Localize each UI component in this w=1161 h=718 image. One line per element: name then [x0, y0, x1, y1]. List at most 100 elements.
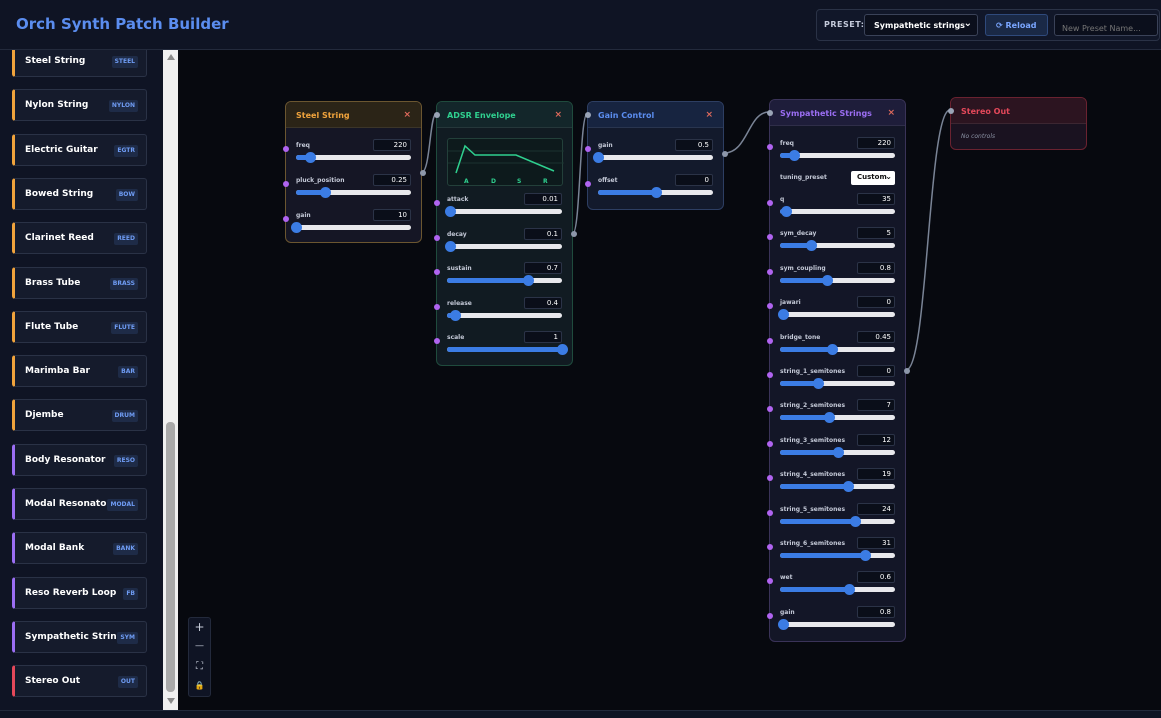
slider-thumb[interactable] [780, 206, 792, 217]
slider-thumb[interactable] [812, 378, 824, 389]
param-input-port[interactable] [434, 338, 440, 344]
param-value-input[interactable]: 0.4 [524, 296, 562, 309]
param-slider[interactable] [447, 275, 562, 286]
preset-select[interactable]: Sympathetic strings ⌄ [864, 14, 978, 36]
param-value-input[interactable]: 0.6 [857, 571, 895, 584]
sidebar-item-bar[interactable]: Marimba Bar BAR [12, 355, 147, 388]
param-value-input[interactable]: 24 [857, 502, 895, 515]
param-slider[interactable] [780, 274, 895, 286]
sidebar-item-egtr[interactable]: Electric Guitar EGTR [12, 133, 147, 166]
param-slider[interactable] [780, 378, 895, 389]
gain-control-node-header[interactable]: Gain Control × [588, 102, 723, 128]
stereo-out-node-header[interactable]: Stereo Out [951, 98, 1086, 124]
param-slider[interactable] [598, 187, 713, 198]
param-slider[interactable] [447, 344, 568, 355]
param-input-port[interactable] [767, 200, 773, 206]
scroll-down-arrow-icon[interactable] [167, 698, 175, 704]
param-value-input[interactable]: 0.45 [857, 330, 895, 343]
close-icon[interactable]: × [705, 110, 713, 120]
param-value-input[interactable]: 31 [857, 537, 895, 549]
slider-thumb[interactable] [593, 152, 604, 163]
param-value-input[interactable]: 19 [857, 468, 895, 481]
sidebar-item-bank[interactable]: Modal Bank BANK [12, 532, 147, 565]
param-slider[interactable] [778, 309, 895, 321]
param-value-input[interactable]: 10 [373, 209, 411, 221]
slider-thumb[interactable] [522, 275, 534, 286]
param-value-input[interactable]: 5 [857, 227, 895, 240]
scroll-up-arrow-icon[interactable] [167, 54, 175, 60]
param-value-input[interactable]: 0 [675, 174, 713, 186]
param-value-input[interactable]: 7 [857, 399, 895, 412]
sidebar-item-flute[interactable]: Flute Tube FLUTE [12, 310, 147, 343]
param-slider[interactable] [296, 152, 411, 163]
gain-control-output-port[interactable] [722, 151, 728, 157]
lock-icon[interactable]: 🔒 [189, 676, 210, 695]
steel-string-node[interactable]: Steel String × freq 220 pluck_position 0.25… [283, 101, 426, 243]
param-slider[interactable] [780, 150, 895, 161]
param-input-port[interactable] [767, 440, 773, 447]
adsr-envelope-node[interactable]: ADSR Envelope × A D S R attack 0.01 decay 0… [434, 101, 577, 366]
param-input-port[interactable] [434, 234, 440, 241]
param-slider[interactable] [780, 412, 895, 424]
slider-thumb[interactable] [445, 240, 457, 252]
param-value-input[interactable]: 220 [857, 137, 895, 149]
param-slider[interactable] [593, 152, 713, 163]
sidebar-item-sym[interactable]: Sympathetic Strings SYM [12, 620, 147, 653]
stereo-out-node[interactable]: Stereo Out No controls [948, 97, 1087, 150]
slider-thumb[interactable] [778, 309, 790, 321]
slider-thumb[interactable] [832, 446, 844, 458]
param-slider[interactable] [778, 618, 895, 630]
reload-button[interactable]: ⟳ Reload [985, 14, 1048, 36]
param-value-input[interactable]: 0.5 [675, 139, 713, 151]
slider-thumb[interactable] [844, 584, 855, 596]
scroll-thumb[interactable] [166, 422, 175, 692]
param-value-input[interactable]: 0.01 [524, 193, 562, 205]
param-slider[interactable] [780, 343, 895, 355]
param-value-input[interactable]: 0.7 [524, 262, 562, 274]
param-input-port[interactable] [434, 269, 440, 275]
param-slider[interactable] [445, 206, 562, 217]
param-value-input[interactable]: 35 [857, 193, 895, 205]
param-slider[interactable] [296, 187, 411, 198]
param-input-port[interactable] [767, 612, 773, 619]
param-value-input[interactable]: 0 [857, 365, 895, 377]
gain-control-input-port[interactable] [585, 112, 591, 118]
sidebar-item-reso[interactable]: Body Resonator RESO [12, 443, 147, 476]
sidebar-item-steel[interactable]: Steel String STEEL [12, 50, 147, 77]
param-value-input[interactable]: 0.1 [524, 227, 562, 240]
adsr-envelope-output-port[interactable] [571, 231, 577, 237]
param-slider[interactable] [780, 446, 895, 458]
slider-thumb[interactable] [788, 150, 800, 161]
sympathetic-strings-node-header[interactable]: Sympathetic Strings × [770, 100, 905, 126]
close-icon[interactable]: × [403, 110, 411, 120]
sidebar-item-out[interactable]: Stereo Out OUT [12, 665, 147, 698]
fit-view-button[interactable]: ⛶ [189, 657, 210, 676]
slider-thumb[interactable] [806, 240, 818, 252]
slider-thumb[interactable] [778, 618, 790, 630]
param-value-input[interactable]: 0 [857, 296, 895, 309]
sidebar-item-modal[interactable]: Modal Resonator MODAL [12, 488, 147, 520]
slider-thumb[interactable] [557, 344, 568, 355]
param-input-port[interactable] [434, 200, 440, 206]
sidebar-item-nylon[interactable]: Nylon String NYLON [12, 89, 147, 122]
slider-thumb[interactable] [849, 515, 861, 527]
gain-control-node[interactable]: Gain Control × gain 0.5 offset 0 [585, 101, 728, 210]
stereo-out-input-port[interactable] [948, 108, 954, 114]
param-input-port[interactable] [585, 181, 591, 187]
adsr-envelope-input-port[interactable] [434, 112, 440, 118]
param-slider[interactable] [780, 584, 895, 596]
param-input-port[interactable] [283, 146, 289, 152]
param-input-port[interactable] [767, 268, 773, 275]
sidebar-item-reed[interactable]: Clarinet Reed REED [12, 222, 147, 255]
sympathetic-strings-output-port[interactable] [904, 368, 910, 374]
sidebar-scrollbar[interactable] [163, 50, 178, 710]
slider-thumb[interactable] [822, 274, 834, 286]
close-icon[interactable]: × [554, 110, 562, 120]
close-icon[interactable]: × [887, 108, 895, 118]
param-value-input[interactable]: 0.8 [857, 605, 895, 618]
slider-thumb[interactable] [291, 222, 302, 233]
param-value-input[interactable]: 12 [857, 433, 895, 446]
param-input-port[interactable] [434, 303, 440, 310]
param-slider[interactable] [447, 309, 562, 321]
param-input-port[interactable] [767, 144, 773, 150]
